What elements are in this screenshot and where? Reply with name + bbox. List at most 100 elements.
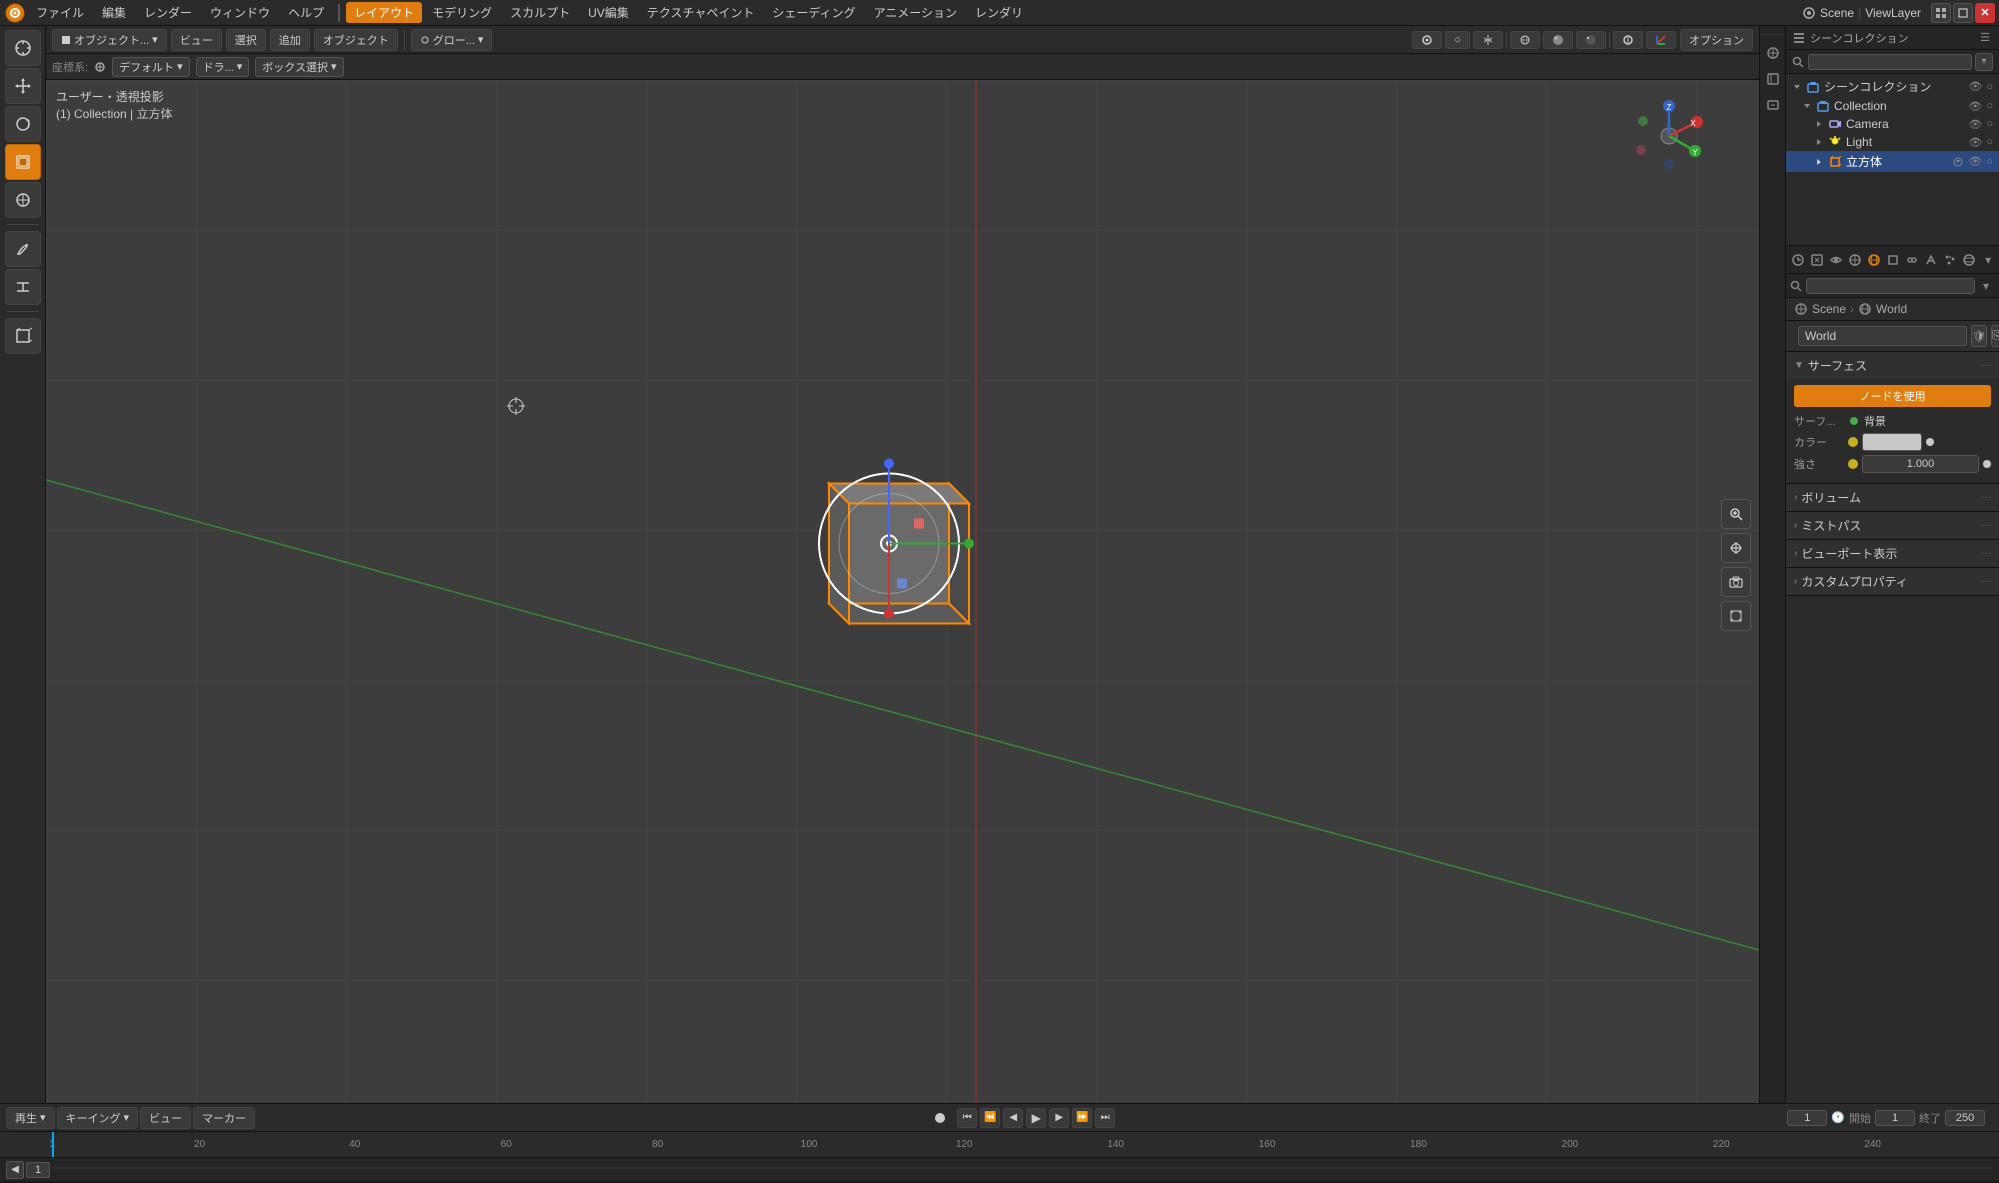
cursor-tool[interactable]: [5, 30, 41, 66]
end-frame-input[interactable]: 250: [1945, 1110, 1985, 1126]
mode-select[interactable]: オブジェクト... ▾: [52, 29, 167, 51]
world-name-input[interactable]: World: [1798, 326, 1967, 346]
transform-tool[interactable]: [5, 182, 41, 218]
view-menu-timeline[interactable]: ビュー: [140, 1107, 191, 1129]
properties-search-input[interactable]: [1806, 278, 1975, 294]
3d-viewport[interactable]: オブジェクト... ▾ ビュー 選択 追加 オブジェクト グロー... ▾ ○: [46, 26, 1759, 1103]
props-tab-object[interactable]: [1885, 249, 1902, 271]
overlay-btn[interactable]: [1613, 31, 1643, 49]
outliner-light[interactable]: Light 👁 ○: [1786, 133, 1999, 151]
menu-file[interactable]: ファイル: [28, 2, 92, 23]
selection-dropdown[interactable]: ボックス選択▾: [255, 57, 343, 77]
breadcrumb-scene[interactable]: Scene: [1812, 302, 1846, 316]
proportional-btn[interactable]: ○: [1445, 31, 1470, 49]
camera-tool[interactable]: [1721, 567, 1751, 597]
breadcrumb-world[interactable]: World: [1876, 302, 1907, 316]
outliner-search-input[interactable]: [1808, 54, 1972, 70]
filter-icon[interactable]: [1952, 156, 1964, 168]
world-shield-btn[interactable]: 🛡: [1971, 325, 1987, 347]
props-tab-view[interactable]: [1828, 249, 1845, 271]
jump-end-btn[interactable]: ⏭: [1095, 1108, 1115, 1128]
menu-render[interactable]: レンダー: [136, 2, 200, 23]
marker-menu[interactable]: マーカー: [193, 1107, 255, 1129]
color-swatch[interactable]: [1862, 433, 1922, 451]
world-copy-btn[interactable]: ⎘: [1991, 325, 1999, 347]
camera-render-icon[interactable]: ○: [1986, 118, 1993, 130]
scale-tool[interactable]: [5, 144, 41, 180]
props-tab-constraint[interactable]: [1904, 249, 1921, 271]
surface-section-header[interactable]: ▼ サーフェス ···: [1786, 352, 1999, 379]
camera-eye-icon[interactable]: 👁: [1968, 118, 1982, 131]
use-nodes-btn[interactable]: ノードを使用: [1794, 385, 1991, 407]
volume-section-header[interactable]: › ボリューム ···: [1786, 484, 1999, 511]
light-eye-icon[interactable]: 👁: [1968, 136, 1982, 149]
eye-icon[interactable]: 👁: [1968, 80, 1982, 93]
props-filter-expand[interactable]: ▾: [1981, 251, 1995, 269]
shading-rendered[interactable]: [1576, 31, 1606, 49]
props-tab-scene[interactable]: [1847, 249, 1864, 271]
menu-shading[interactable]: シェーディング: [764, 2, 863, 23]
props-tab-particles[interactable]: [1941, 249, 1958, 271]
start-frame-input[interactable]: 1: [1875, 1110, 1915, 1126]
menu-animation[interactable]: アニメーション: [866, 2, 966, 23]
menu-edit[interactable]: 編集: [94, 2, 134, 23]
prev-keyframe-btn[interactable]: ⏪: [980, 1108, 1000, 1128]
next-keyframe-btn[interactable]: ⏩: [1072, 1108, 1092, 1128]
move-tool[interactable]: [5, 68, 41, 104]
outliner-filter-btn[interactable]: ☰: [1977, 30, 1993, 46]
cube-eye-icon[interactable]: 👁: [1968, 155, 1982, 168]
annotate-tool[interactable]: [5, 231, 41, 267]
menu-texture-paint[interactable]: テクスチャペイント: [639, 2, 763, 23]
menu-uv-edit[interactable]: UV編集: [580, 2, 637, 23]
outliner-collection[interactable]: Collection 👁 ○: [1786, 97, 1999, 115]
render-icon[interactable]: ○: [1986, 81, 1993, 93]
props-tab-modifier[interactable]: [1922, 249, 1939, 271]
shading-solid[interactable]: [1543, 31, 1573, 49]
menu-window[interactable]: ウィンドウ: [202, 2, 278, 23]
object-menu[interactable]: オブジェクト: [314, 29, 398, 51]
menu-help[interactable]: ヘルプ: [280, 2, 332, 23]
zoom-tool[interactable]: [1721, 499, 1751, 529]
outliner-camera[interactable]: Camera 👁 ○: [1786, 115, 1999, 133]
options-btn[interactable]: オプション: [1680, 29, 1753, 51]
expand-btn[interactable]: [1953, 3, 1973, 23]
pan-tool[interactable]: [1721, 533, 1751, 563]
close-btn[interactable]: ✕: [1975, 3, 1995, 23]
menu-modeling[interactable]: モデリング: [424, 2, 500, 23]
props-tab-output[interactable]: [1809, 249, 1826, 271]
tab-render[interactable]: [1762, 68, 1784, 90]
view-menu[interactable]: ビュー: [171, 29, 222, 51]
menu-sculpt[interactable]: スカルプト: [502, 2, 578, 23]
collection-render-icon[interactable]: ○: [1986, 100, 1993, 112]
rotate-tool[interactable]: [5, 106, 41, 142]
measure-tool[interactable]: [5, 269, 41, 305]
gizmo-toggle-btn[interactable]: [1646, 31, 1676, 49]
prev-frame-btn[interactable]: ◀: [1003, 1108, 1023, 1128]
playback-menu[interactable]: 再生▾: [6, 1107, 55, 1129]
select-menu[interactable]: 選択: [226, 29, 266, 51]
menu-rendering[interactable]: レンダリ: [967, 2, 1031, 23]
props-tab-physics[interactable]: [1960, 249, 1977, 271]
props-tab-render[interactable]: [1790, 249, 1807, 271]
menu-layout[interactable]: レイアウト: [346, 2, 422, 23]
viewport-display-header[interactable]: › ビューポート表示 ···: [1786, 540, 1999, 567]
frame-number-display[interactable]: 1: [26, 1162, 50, 1178]
current-frame-input[interactable]: 1: [1787, 1110, 1827, 1126]
light-render-icon[interactable]: ○: [1986, 136, 1993, 148]
coord-system-dropdown[interactable]: デフォルト▾: [112, 57, 190, 77]
viewport-mode-btn[interactable]: [1931, 3, 1951, 23]
collection-eye-icon[interactable]: 👁: [1968, 100, 1982, 113]
outliner-scene-collection[interactable]: シーンコレクション 👁 ○: [1786, 76, 1999, 97]
jump-start-btn[interactable]: ⏮: [957, 1108, 977, 1128]
snap-btn[interactable]: [1412, 31, 1442, 49]
strength-value[interactable]: 1.000: [1862, 455, 1979, 473]
mist-section-header[interactable]: › ミストパス ···: [1786, 512, 1999, 539]
timeline-ruler[interactable]: 1 20 40 60 80 100 120 140 160 180 200 22…: [0, 1131, 1999, 1157]
mirror-btn[interactable]: [1473, 31, 1503, 49]
next-frame-btn[interactable]: ▶: [1049, 1108, 1069, 1128]
outliner-filter-toggle[interactable]: ▾: [1975, 53, 1993, 71]
outliner-cube[interactable]: 立方体 👁 ○: [1786, 151, 1999, 172]
add-cube-tool[interactable]: [5, 318, 41, 354]
cube-render-icon[interactable]: ○: [1986, 156, 1993, 168]
frame-back-btn[interactable]: ◀: [6, 1161, 24, 1179]
